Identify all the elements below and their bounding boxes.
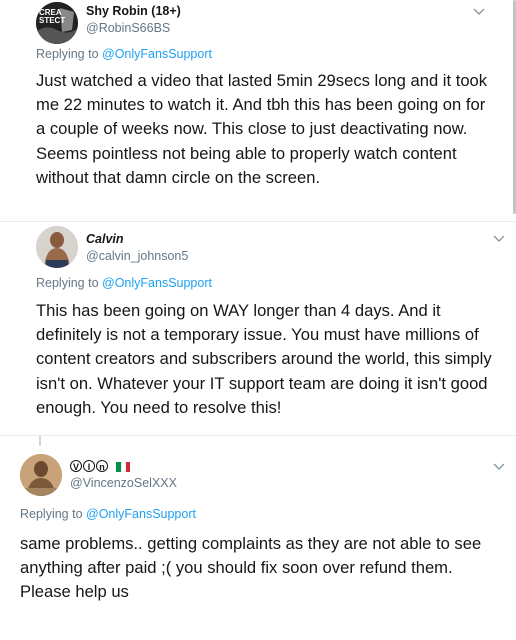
replying-prefix: Replying to [36,276,103,290]
avatar[interactable] [20,454,62,496]
tweet-calvin[interactable]: Calvin @calvin_johnson5 Replying to @Onl… [0,222,516,432]
tweet-shy-robin[interactable]: CREA STECT Shy Robin (18+) @RobinS66BS R… [0,0,516,222]
chevron-down-icon[interactable] [492,234,506,244]
chevron-down-icon[interactable] [492,462,506,472]
svg-text:STECT: STECT [39,16,65,25]
tweet-text: This has been going on WAY longer than 4… [36,301,492,417]
replying-to: Replying to @OnlyFansSupport [20,507,196,521]
avatar-image [36,226,78,268]
avatar-image: CREA STECT [36,2,78,44]
mention-link[interactable]: @OnlyFansSupport [102,47,212,61]
replying-prefix: Replying to [20,507,87,521]
thread-line [39,436,41,446]
mention-link[interactable]: @OnlyFansSupport [86,507,196,521]
username[interactable]: @RobinS66BS [86,21,170,35]
mention-link[interactable]: @OnlyFansSupport [102,276,212,290]
avatar-image [20,454,62,496]
tweet-text: Just watched a video that lasted 5min 29… [36,71,488,187]
chevron-down-icon[interactable] [472,7,486,17]
display-name[interactable]: VIn [70,458,131,472]
tweet-text: same problems.. getting complaints as th… [20,534,482,602]
username[interactable]: @calvin_johnson5 [86,249,188,263]
avatar[interactable] [36,226,78,268]
avatar[interactable]: CREA STECT [36,2,78,44]
circled-letter: I [83,459,95,472]
display-name[interactable]: Calvin [86,232,124,246]
display-name[interactable]: Shy Robin (18+) [86,4,181,18]
replying-to: Replying to @OnlyFansSupport [36,47,212,61]
tweet-vincenzo[interactable]: VIn @VincenzoSelXXX Replying to @OnlyFan… [0,436,516,640]
replying-prefix: Replying to [36,47,103,61]
username[interactable]: @VincenzoSelXXX [70,476,177,490]
italy-flag-icon [116,461,131,472]
circled-letter: n [96,459,108,472]
circled-letter: V [70,459,82,472]
replying-to: Replying to @OnlyFansSupport [36,276,212,290]
